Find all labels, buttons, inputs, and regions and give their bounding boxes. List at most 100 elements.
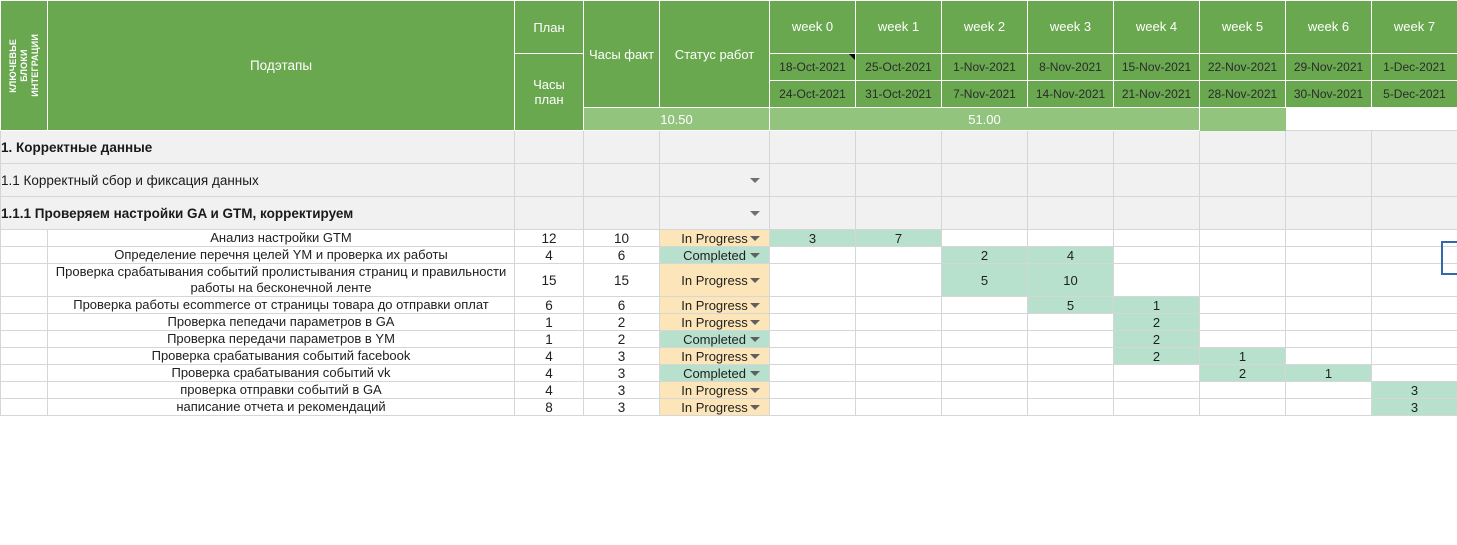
week-6-cell[interactable] — [1285, 296, 1372, 314]
week-5-cell[interactable] — [1199, 263, 1286, 297]
task-key-cell[interactable] — [0, 296, 48, 314]
group-week-4-cell[interactable] — [1113, 196, 1200, 230]
week-4-cell[interactable]: 2 — [1113, 347, 1200, 365]
group-fact-cell[interactable] — [583, 163, 660, 197]
group-status-cell[interactable] — [659, 130, 770, 164]
chevron-down-icon[interactable] — [750, 388, 760, 393]
week-3-cell[interactable]: 10 — [1027, 263, 1114, 297]
task-plan-hours-cell[interactable]: 1 — [514, 330, 584, 348]
task-plan-hours-cell[interactable]: 4 — [514, 381, 584, 399]
week-0-cell[interactable]: 3 — [769, 229, 856, 247]
week-1-cell[interactable]: 7 — [855, 229, 942, 247]
group-week-0-cell[interactable] — [769, 196, 856, 230]
week-4-cell[interactable] — [1113, 263, 1200, 297]
group-week-1-cell[interactable] — [855, 196, 942, 230]
week-2-cell[interactable] — [941, 313, 1028, 331]
group-week-3-cell[interactable] — [1027, 163, 1114, 197]
week-5-cell[interactable] — [1199, 381, 1286, 399]
task-plan-hours-cell[interactable]: 4 — [514, 246, 584, 264]
task-key-cell[interactable] — [0, 364, 48, 382]
group-week-1-cell[interactable] — [855, 130, 942, 164]
week-1-cell[interactable] — [855, 263, 942, 297]
week-0-cell[interactable] — [769, 381, 856, 399]
chevron-down-icon[interactable] — [750, 236, 760, 241]
status-dropdown[interactable]: In Progress — [659, 229, 770, 247]
chevron-down-icon[interactable] — [750, 371, 760, 376]
status-dropdown[interactable]: In Progress — [659, 263, 770, 297]
week-5-cell[interactable] — [1199, 246, 1286, 264]
group-status-cell[interactable] — [659, 196, 770, 230]
week-3-cell[interactable]: 4 — [1027, 246, 1114, 264]
task-key-cell[interactable] — [0, 263, 48, 297]
week-2-cell[interactable] — [941, 398, 1028, 416]
week-2-cell[interactable] — [941, 364, 1028, 382]
week-0-cell[interactable] — [769, 246, 856, 264]
week-7-cell[interactable] — [1371, 364, 1457, 382]
task-key-cell[interactable] — [0, 398, 48, 416]
week-2-cell[interactable]: 5 — [941, 263, 1028, 297]
group-status-cell[interactable] — [659, 163, 770, 197]
week-7-cell[interactable] — [1371, 296, 1457, 314]
chevron-down-icon[interactable] — [750, 178, 760, 183]
group-fact-cell[interactable] — [583, 196, 660, 230]
week-1-cell[interactable] — [855, 381, 942, 399]
week-1-cell[interactable] — [855, 364, 942, 382]
task-key-cell[interactable] — [0, 330, 48, 348]
group-week-5-cell[interactable] — [1199, 163, 1286, 197]
group-fact-cell[interactable] — [583, 130, 660, 164]
week-6-cell[interactable] — [1285, 313, 1372, 331]
week-2-cell[interactable]: 2 — [941, 246, 1028, 264]
task-name-cell[interactable]: Определение перечня целей YM и проверка … — [47, 246, 515, 264]
task-fact-hours-cell[interactable]: 6 — [583, 296, 660, 314]
week-3-cell[interactable] — [1027, 398, 1114, 416]
group-week-2-cell[interactable] — [941, 196, 1028, 230]
chevron-down-icon[interactable] — [750, 253, 760, 258]
task-fact-hours-cell[interactable]: 15 — [583, 263, 660, 297]
task-plan-hours-cell[interactable]: 4 — [514, 347, 584, 365]
week-0-cell[interactable] — [769, 263, 856, 297]
group-week-4-cell[interactable] — [1113, 163, 1200, 197]
group-week-0-cell[interactable] — [769, 163, 856, 197]
task-name-cell[interactable]: проверка отправки событий в GA — [47, 381, 515, 399]
task-fact-hours-cell[interactable]: 10 — [583, 229, 660, 247]
week-5-cell[interactable] — [1199, 229, 1286, 247]
week-5-cell[interactable] — [1199, 313, 1286, 331]
chevron-down-icon[interactable] — [750, 320, 760, 325]
week-4-cell[interactable] — [1113, 246, 1200, 264]
task-fact-hours-cell[interactable]: 3 — [583, 364, 660, 382]
week-6-cell[interactable] — [1285, 330, 1372, 348]
week-1-cell[interactable] — [855, 296, 942, 314]
group-week-7-cell[interactable] — [1371, 130, 1457, 164]
week-1-cell[interactable] — [855, 398, 942, 416]
status-dropdown[interactable]: In Progress — [659, 296, 770, 314]
week-4-cell[interactable] — [1113, 398, 1200, 416]
week-0-cell[interactable] — [769, 398, 856, 416]
task-name-cell[interactable]: Проверка срабатывания событий пролистыва… — [47, 263, 515, 297]
week-7-cell[interactable]: 3 — [1371, 398, 1457, 416]
week-3-cell[interactable] — [1027, 229, 1114, 247]
week-7-cell[interactable] — [1371, 330, 1457, 348]
week-3-cell[interactable] — [1027, 347, 1114, 365]
chevron-down-icon[interactable] — [750, 211, 760, 216]
group-week-5-cell[interactable] — [1199, 130, 1286, 164]
week-2-cell[interactable] — [941, 229, 1028, 247]
task-key-cell[interactable] — [0, 229, 48, 247]
group-week-6-cell[interactable] — [1285, 196, 1372, 230]
week-5-cell[interactable]: 2 — [1199, 364, 1286, 382]
task-name-cell[interactable]: Проверка работы ecommerce от страницы то… — [47, 296, 515, 314]
group-week-5-cell[interactable] — [1199, 196, 1286, 230]
week-0-cell[interactable] — [769, 330, 856, 348]
status-dropdown[interactable]: Completed — [659, 330, 770, 348]
week-2-cell[interactable] — [941, 347, 1028, 365]
group-week-7-cell[interactable] — [1371, 163, 1457, 197]
week-2-cell[interactable] — [941, 296, 1028, 314]
task-fact-hours-cell[interactable]: 2 — [583, 313, 660, 331]
task-fact-hours-cell[interactable]: 3 — [583, 381, 660, 399]
task-plan-hours-cell[interactable]: 1 — [514, 313, 584, 331]
week-1-cell[interactable] — [855, 347, 942, 365]
week-4-cell[interactable] — [1113, 229, 1200, 247]
group-week-4-cell[interactable] — [1113, 130, 1200, 164]
week-7-cell[interactable] — [1371, 229, 1457, 247]
group-week-3-cell[interactable] — [1027, 130, 1114, 164]
group-plan-cell[interactable] — [514, 130, 584, 164]
